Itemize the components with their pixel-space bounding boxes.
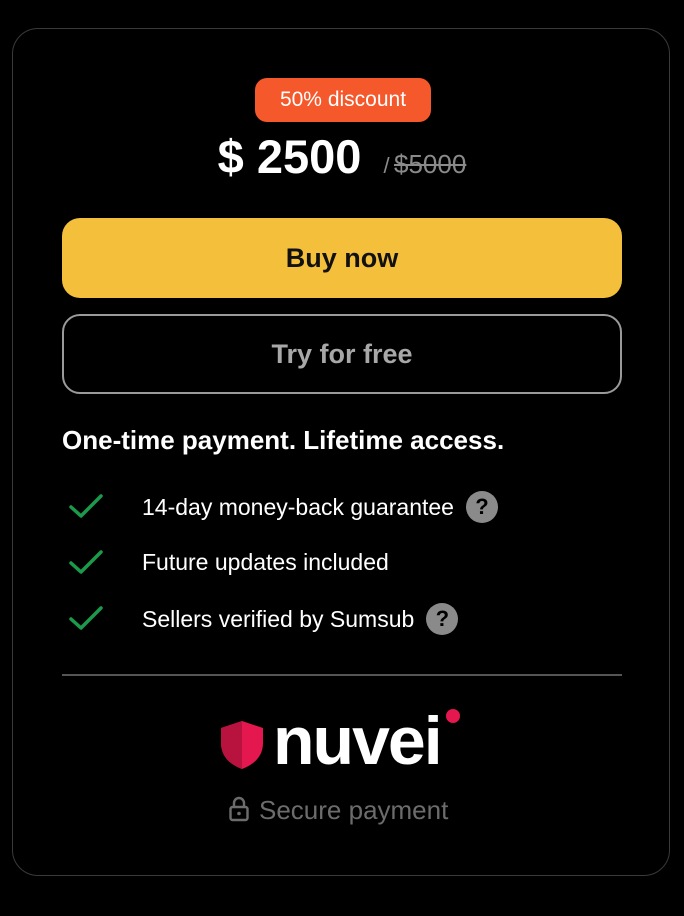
feature-text: Future updates included bbox=[142, 549, 389, 575]
feature-text-wrap: Future updates included bbox=[142, 549, 389, 576]
try-for-free-button[interactable]: Try for free bbox=[62, 314, 622, 394]
feature-text-wrap: Sellers verified by Sumsub? bbox=[142, 603, 459, 637]
check-icon bbox=[69, 494, 103, 518]
check-icon bbox=[69, 606, 103, 630]
feature-text: 14-day money-back guarantee bbox=[142, 494, 454, 521]
pricing-card: 50% discount $ 2500 / $5000 Buy now Try f… bbox=[12, 28, 670, 876]
feature-item-money-back: 14-day money-back guarantee? bbox=[62, 487, 622, 527]
discount-badge: 50% discount bbox=[255, 78, 431, 122]
price-separator: / bbox=[383, 153, 390, 178]
brand-dot bbox=[446, 709, 460, 723]
help-icon[interactable]: ? bbox=[465, 491, 498, 523]
nuvei-logo: nuvei bbox=[219, 703, 469, 779]
lock-icon bbox=[229, 796, 249, 822]
feature-item-sellers-verified: Sellers verified by Sumsub? bbox=[62, 599, 622, 639]
price-row: $ 2500 / $5000 bbox=[13, 129, 671, 184]
original-price: $5000 bbox=[394, 149, 467, 179]
brand-wordmark: nuvei bbox=[273, 703, 443, 779]
feature-text: Sellers verified by Sumsub bbox=[142, 606, 415, 633]
help-icon[interactable]: ? bbox=[426, 603, 459, 635]
feature-text-wrap: 14-day money-back guarantee? bbox=[142, 491, 498, 525]
payment-headline: One-time payment. Lifetime access. bbox=[62, 425, 505, 455]
feature-item-updates: Future updates included bbox=[62, 543, 622, 583]
secure-payment: Secure payment bbox=[229, 795, 448, 829]
buy-now-button[interactable]: Buy now bbox=[62, 218, 622, 298]
divider bbox=[62, 674, 622, 676]
check-icon bbox=[69, 550, 103, 574]
current-price: $ 2500 bbox=[217, 130, 362, 183]
shield-icon bbox=[221, 721, 263, 769]
secure-payment-label: Secure payment bbox=[259, 795, 449, 825]
